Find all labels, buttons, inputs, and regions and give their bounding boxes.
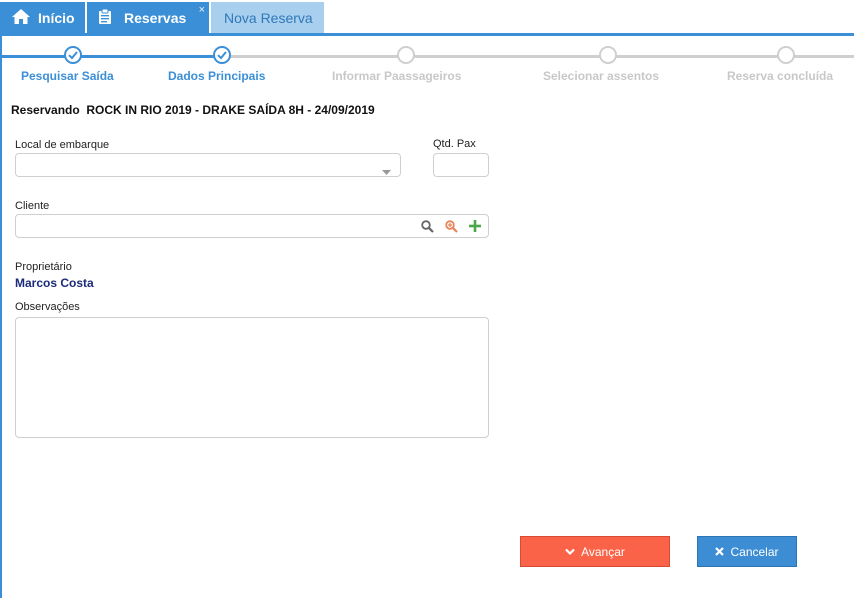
close-tab-icon[interactable]: ×	[199, 4, 205, 16]
cancel-button-label: Cancelar	[730, 544, 779, 559]
notes-textarea[interactable]	[15, 317, 489, 438]
tab-underline	[0, 33, 854, 36]
pax-input[interactable]	[433, 153, 489, 177]
tab-bar: Início Reservas × Nova Reserva	[0, 0, 854, 34]
add-icon[interactable]	[469, 219, 481, 237]
home-icon	[12, 8, 30, 27]
advance-button[interactable]: Avançar	[520, 536, 670, 567]
tab-reservas[interactable]: Reservas ×	[87, 2, 209, 33]
tab-inicio-label: Início	[38, 9, 75, 26]
step-dados-principais-check-icon	[213, 46, 231, 64]
chevron-down-icon	[565, 545, 575, 559]
close-icon	[715, 545, 725, 559]
reserving-title: Reservando ROCK IN RIO 2019 - DRAKE SAÍD…	[11, 103, 375, 117]
advance-button-label: Avançar	[581, 544, 625, 559]
tab-inicio[interactable]: Início	[0, 2, 85, 33]
clipboard-icon	[99, 8, 111, 27]
owner-value: Marcos Costa	[15, 276, 94, 290]
cancel-button[interactable]: Cancelar	[697, 536, 797, 567]
step-pesquisar-saida[interactable]: Pesquisar Saída	[21, 69, 114, 83]
boarding-select[interactable]	[15, 153, 401, 177]
chevron-down-icon	[382, 163, 391, 181]
step-reserva-concluida-circle-icon	[777, 46, 795, 64]
pax-label: Qtd. Pax	[433, 138, 476, 150]
panel-left-border	[0, 36, 2, 598]
tab-nova-reserva-label: Nova Reserva	[224, 9, 313, 26]
progress-bar-done	[0, 55, 215, 58]
step-pesquisar-saida-check-icon	[64, 46, 82, 64]
tab-reservas-label: Reservas	[124, 9, 187, 26]
client-label: Cliente	[15, 200, 50, 212]
boarding-label: Local de embarque	[15, 139, 110, 151]
owner-label: Proprietário	[15, 261, 72, 273]
step-selecionar-assentos: Selecionar assentos	[543, 69, 660, 83]
step-informar-passageiros-circle-icon	[397, 46, 415, 64]
client-input[interactable]	[15, 214, 489, 238]
step-reserva-concluida: Reserva concluída	[727, 69, 834, 83]
step-informar-passageiros: Informar Paassageiros	[332, 69, 462, 83]
search-icon[interactable]	[421, 220, 434, 238]
step-selecionar-assentos-circle-icon	[599, 46, 617, 64]
step-dados-principais[interactable]: Dados Principais	[168, 69, 265, 83]
tab-nova-reserva[interactable]: Nova Reserva	[211, 2, 324, 33]
wizard-steps: Pesquisar Saída Dados Principais Informa…	[0, 38, 854, 88]
zoom-in-icon[interactable]	[445, 220, 458, 238]
progress-bar-remaining	[215, 55, 854, 58]
notes-label: Observações	[15, 301, 80, 313]
